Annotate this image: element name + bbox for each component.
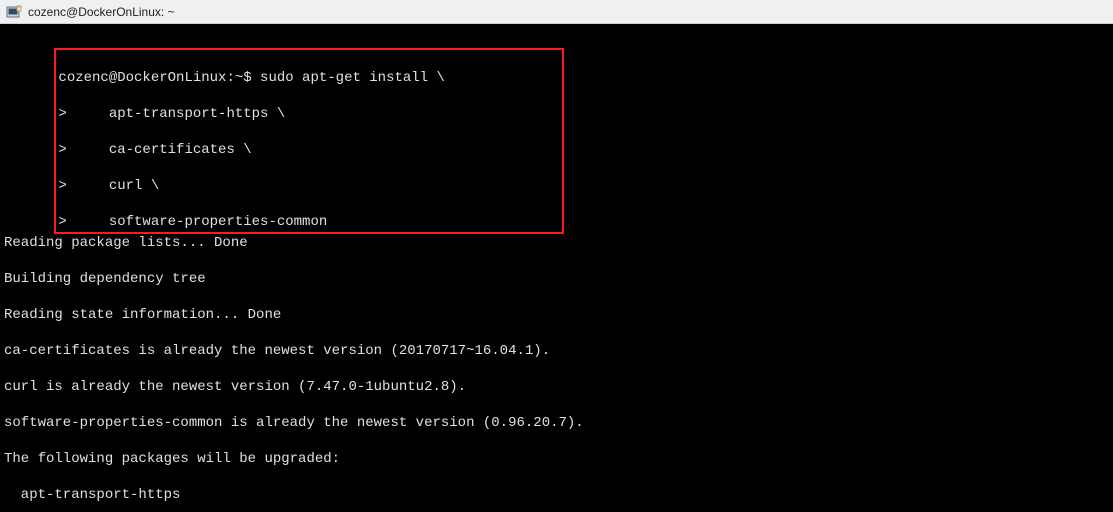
- cmd-line: > ca-certificates \: [58, 141, 560, 159]
- cmd-line: > apt-transport-https \: [58, 105, 560, 123]
- output-line: Building dependency tree: [4, 270, 1109, 288]
- cmd-line: cozenc@DockerOnLinux:~$ sudo apt-get ins…: [58, 69, 560, 87]
- output-line: curl is already the newest version (7.47…: [4, 378, 1109, 396]
- putty-window: cozenc@DockerOnLinux: ~ cozenc@DockerOnL…: [0, 0, 1113, 512]
- output-line: apt-transport-https: [4, 486, 1109, 504]
- window-title: cozenc@DockerOnLinux: ~: [28, 5, 175, 19]
- output-line: The following packages will be upgraded:: [4, 450, 1109, 468]
- titlebar[interactable]: cozenc@DockerOnLinux: ~: [0, 0, 1113, 24]
- output-line: Reading package lists... Done: [4, 234, 1109, 252]
- putty-icon: [6, 4, 22, 20]
- terminal-area[interactable]: cozenc@DockerOnLinux:~$ sudo apt-get ins…: [0, 24, 1113, 512]
- cmd-line: > curl \: [58, 177, 560, 195]
- cmd-line: > software-properties-common: [58, 213, 560, 231]
- output-line: ca-certificates is already the newest ve…: [4, 342, 1109, 360]
- output-line: software-properties-common is already th…: [4, 414, 1109, 432]
- output-line: Reading state information... Done: [4, 306, 1109, 324]
- command-highlight: cozenc@DockerOnLinux:~$ sudo apt-get ins…: [54, 48, 564, 234]
- terminal-content: cozenc@DockerOnLinux:~$ sudo apt-get ins…: [4, 30, 1109, 512]
